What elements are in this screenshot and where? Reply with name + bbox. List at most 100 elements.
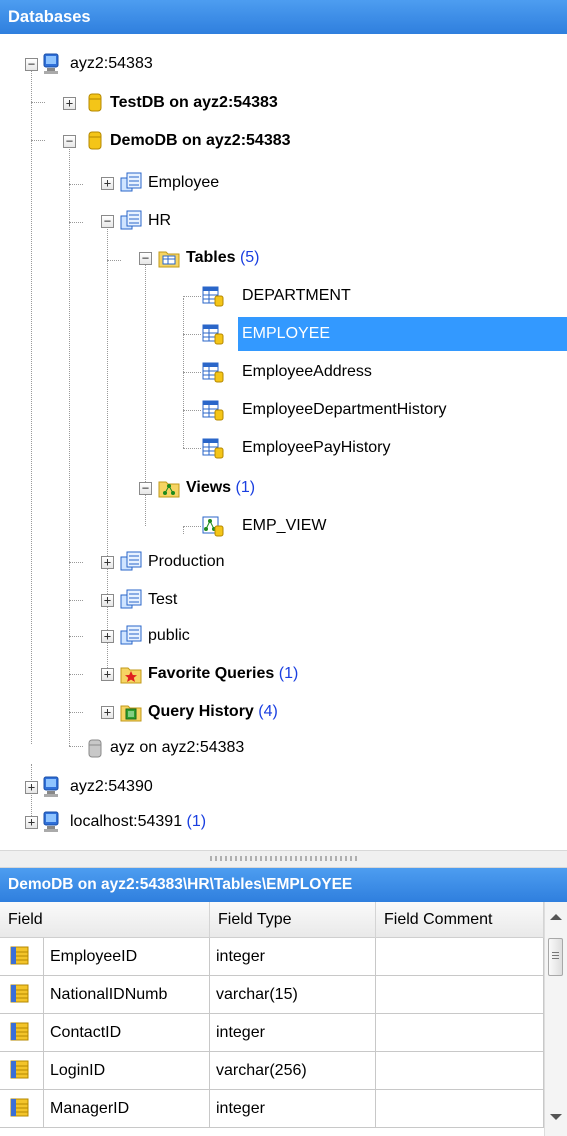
expand-toggle[interactable]: + <box>25 781 38 794</box>
vertical-scrollbar[interactable] <box>544 902 567 1136</box>
tree-node-schema-employee[interactable]: + Employee <box>0 170 560 196</box>
fields-grid[interactable]: Field Field Type Field Comment EmployeeI… <box>0 902 567 1136</box>
field-comment-cell[interactable] <box>376 1014 544 1052</box>
field-name-cell[interactable]: NationalIDNumb <box>44 976 210 1014</box>
field-comment-cell[interactable] <box>376 1090 544 1128</box>
field-type-cell[interactable]: integer <box>210 1014 376 1052</box>
expand-toggle[interactable]: + <box>25 816 38 829</box>
schema-icon <box>120 625 142 645</box>
table-row[interactable]: EmployeeID integer <box>0 938 544 976</box>
query-history-count: (4) <box>258 703 278 720</box>
tree-node-schema-production[interactable]: + Production <box>0 549 560 575</box>
column-header-field-comment[interactable]: Field Comment <box>376 902 544 938</box>
host-label: ayz2:54383 <box>70 55 153 72</box>
host-name: localhost:54391 <box>70 813 183 830</box>
tree-node-favorite-queries[interactable]: + Favorite Queries (1) <box>0 661 560 687</box>
row-gutter <box>0 1014 44 1052</box>
field-icon <box>10 984 29 1003</box>
collapse-toggle[interactable]: − <box>25 58 38 71</box>
scroll-down-arrow-icon[interactable] <box>550 1114 562 1120</box>
schema-icon <box>120 172 142 192</box>
field-name-cell[interactable]: EmployeeID <box>44 938 210 976</box>
table-icon <box>202 438 224 459</box>
host-label: ayz2:54390 <box>70 778 153 795</box>
schema-label: Test <box>148 591 178 608</box>
field-type-cell[interactable]: varchar(15) <box>210 976 376 1014</box>
tree-node-table[interactable]: EmployeePayHistory <box>0 435 560 461</box>
expand-toggle[interactable]: + <box>63 97 76 110</box>
tree-node-table[interactable]: DEPARTMENT <box>0 283 560 309</box>
expand-toggle[interactable]: + <box>101 594 114 607</box>
tree-node-views-folder[interactable]: − Views (1) <box>0 475 560 501</box>
tree-node-table[interactable]: EmployeeDepartmentHistory <box>0 397 560 423</box>
folder-label: Tables (5) <box>186 245 260 271</box>
schema-label: Employee <box>148 174 220 191</box>
tree-node-tables-folder[interactable]: − Tables (5) <box>0 245 560 271</box>
field-name-cell[interactable]: LoginID <box>44 1052 210 1090</box>
table-row[interactable]: ManagerID integer <box>0 1090 544 1128</box>
column-header-field[interactable]: Field <box>0 902 210 938</box>
tree-node-table-selected[interactable]: EMPLOYEE <box>0 317 567 351</box>
collapse-toggle[interactable]: − <box>139 252 152 265</box>
expand-toggle[interactable]: + <box>101 706 114 719</box>
expand-toggle[interactable]: + <box>101 177 114 190</box>
tree-node-demodb[interactable]: − DemoDB on ayz2:54383 <box>0 128 560 154</box>
server-icon <box>43 776 59 797</box>
server-icon <box>43 811 59 832</box>
folder-label: Query History (4) <box>148 699 278 725</box>
field-type-cell[interactable]: varchar(256) <box>210 1052 376 1090</box>
tree-node-host-localhost-54391[interactable]: + localhost:54391 (1) <box>0 809 560 835</box>
field-type-cell[interactable]: integer <box>210 1090 376 1128</box>
tree-node-query-history[interactable]: + Query History (4) <box>0 699 560 725</box>
column-header-field-type[interactable]: Field Type <box>210 902 376 938</box>
database-label: TestDB on ayz2:54383 <box>110 94 278 111</box>
database-tree[interactable]: − ayz2:54383 + TestDB on ayz2:54383 − De… <box>0 34 567 850</box>
table-label: EmployeePayHistory <box>242 439 391 456</box>
table-icon <box>202 400 224 421</box>
field-comment-cell[interactable] <box>376 1052 544 1090</box>
field-name-cell[interactable]: ContactID <box>44 1014 210 1052</box>
field-type-cell[interactable]: integer <box>210 938 376 976</box>
scroll-up-arrow-icon[interactable] <box>550 914 562 920</box>
tree-node-testdb[interactable]: + TestDB on ayz2:54383 <box>0 90 560 116</box>
host-label: localhost:54391 (1) <box>70 809 206 835</box>
expand-toggle[interactable]: + <box>101 630 114 643</box>
tree-node-schema-test[interactable]: + Test <box>0 587 560 613</box>
favorite-star-icon <box>120 667 142 684</box>
tree-node-host-ayz2-54383[interactable]: − ayz2:54383 <box>0 51 560 77</box>
collapse-toggle[interactable]: − <box>63 135 76 148</box>
database-label: DemoDB on ayz2:54383 <box>110 132 291 149</box>
scroll-thumb[interactable] <box>548 938 563 976</box>
table-row[interactable]: ContactID integer <box>0 1014 544 1052</box>
tree-node-schema-hr[interactable]: − HR <box>0 208 560 234</box>
table-icon <box>202 362 224 383</box>
field-icon <box>10 946 29 965</box>
splitter-grip[interactable] <box>210 856 358 861</box>
table-row[interactable]: LoginID varchar(256) <box>0 1052 544 1090</box>
collapse-toggle[interactable]: − <box>139 482 152 495</box>
row-gutter <box>0 1052 44 1090</box>
field-comment-cell[interactable] <box>376 976 544 1014</box>
tree-node-schema-public[interactable]: + public <box>0 623 560 649</box>
row-gutter <box>0 1090 44 1128</box>
expand-toggle[interactable]: + <box>101 556 114 569</box>
favorite-queries-count: (1) <box>278 665 299 682</box>
tree-node-view[interactable]: EMP_VIEW <box>0 513 560 539</box>
tree-node-table[interactable]: EmployeeAddress <box>0 359 560 385</box>
field-comment-cell[interactable] <box>376 938 544 976</box>
field-name-cell[interactable]: ManagerID <box>44 1090 210 1128</box>
schema-label: Production <box>148 553 225 570</box>
object-path-header: DemoDB on ayz2:54383\HR\Tables\EMPLOYEE <box>0 868 567 902</box>
folder-views-icon <box>158 481 180 498</box>
tree-node-host-ayz2-54390[interactable]: + ayz2:54390 <box>0 774 560 800</box>
database-disconnected-icon <box>88 739 102 758</box>
view-label: EMP_VIEW <box>242 517 327 534</box>
tree-node-database-ayz[interactable]: ayz on ayz2:54383 <box>0 735 560 761</box>
expand-toggle[interactable]: + <box>101 668 114 681</box>
view-icon <box>202 516 224 537</box>
collapse-toggle[interactable]: − <box>101 215 114 228</box>
table-label: DEPARTMENT <box>242 287 351 304</box>
panel-splitter[interactable] <box>0 850 567 868</box>
query-history-label: Query History <box>148 703 254 720</box>
table-row[interactable]: NationalIDNumb varchar(15) <box>0 976 544 1014</box>
